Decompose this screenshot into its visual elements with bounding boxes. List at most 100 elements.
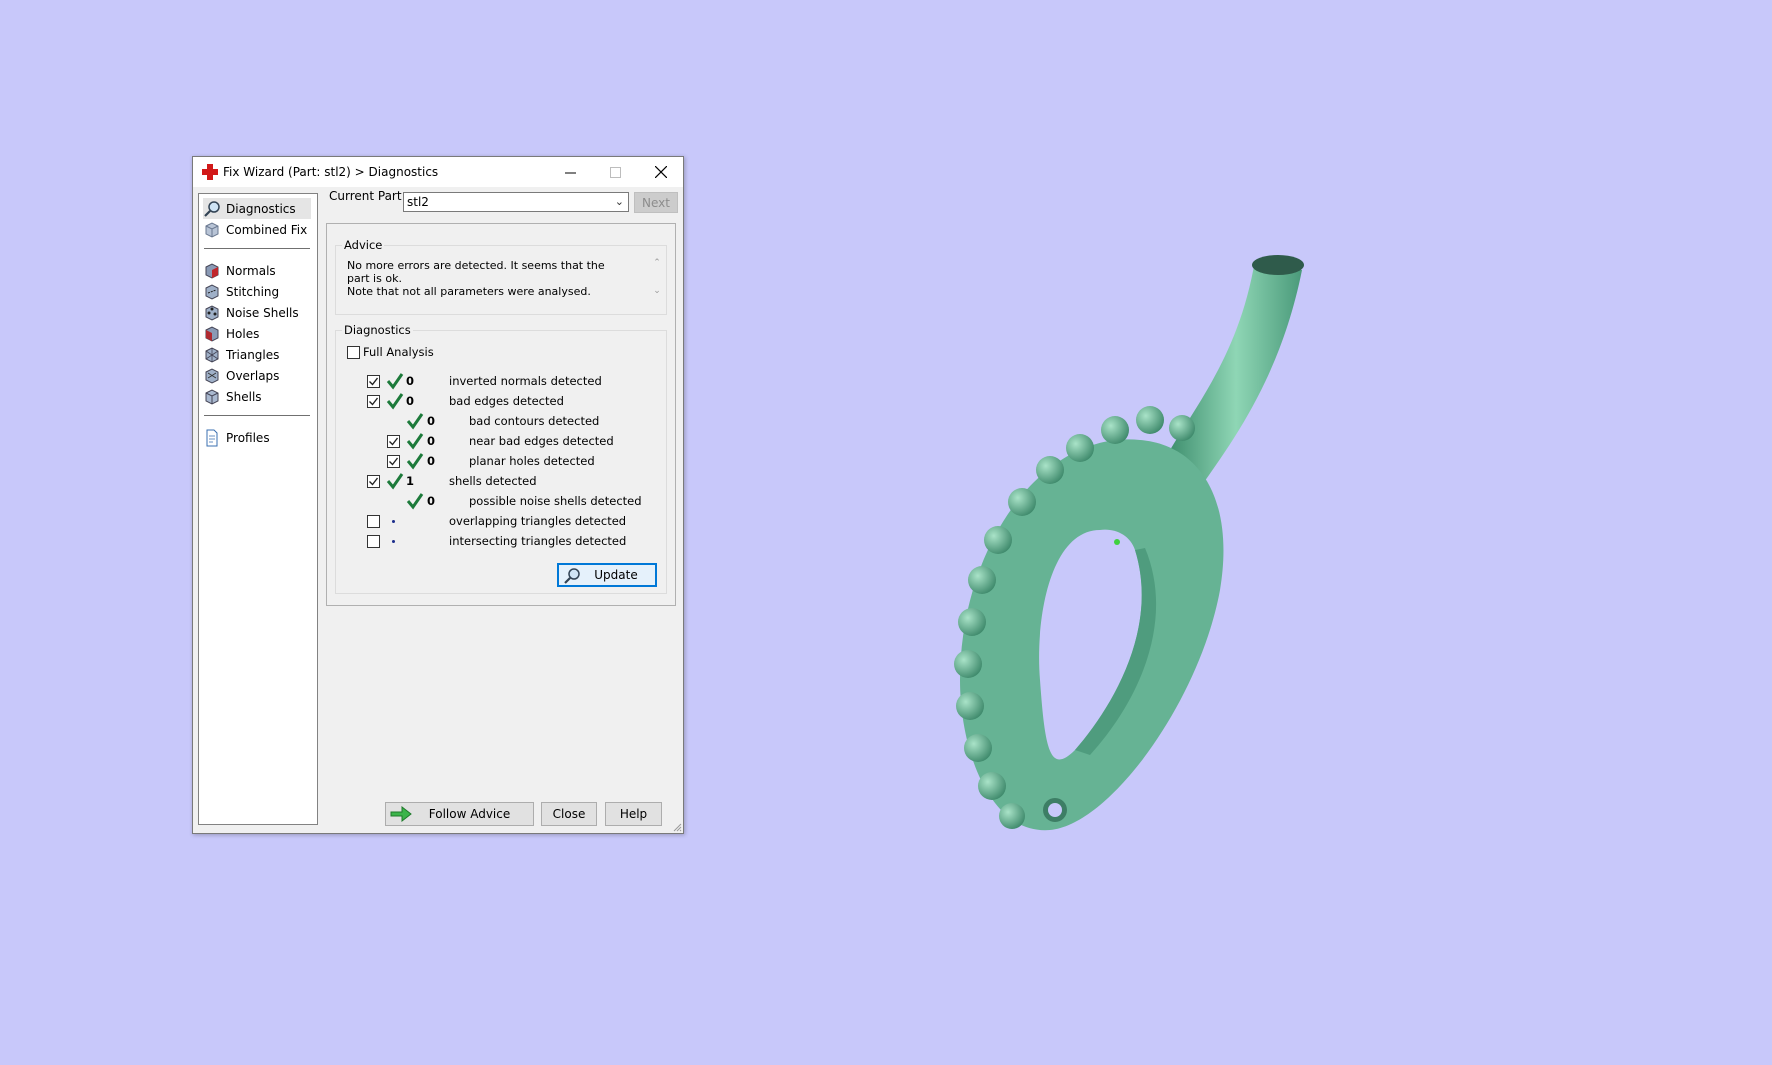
diag-count: 1 (406, 474, 415, 488)
current-part-label: Current Part: (329, 189, 406, 203)
sidebar-item-label: Normals (226, 263, 276, 278)
minimize-button[interactable] (548, 157, 593, 187)
help-button[interactable]: Help (605, 802, 662, 826)
maximize-icon (610, 166, 621, 178)
cube-hole-icon (205, 325, 219, 342)
pending-dot-icon (392, 520, 395, 523)
sidebar-item-label: Triangles (226, 347, 280, 362)
diag-checkbox[interactable] (367, 535, 380, 548)
sidebar-item-stitching[interactable]: Stitching (203, 281, 279, 302)
green-check-icon (386, 473, 404, 490)
diag-checkbox[interactable] (367, 375, 380, 388)
diag-count: 0 (406, 394, 415, 408)
current-part-select[interactable]: stl2 ⌄ (403, 192, 629, 212)
minimize-icon (565, 172, 576, 173)
next-button: Next (634, 192, 678, 213)
diag-label: near bad edges detected (469, 434, 614, 448)
green-arrow-icon (390, 806, 412, 822)
checkmark-icon (369, 377, 379, 386)
advice-text: No more errors are detected. It seems th… (347, 259, 627, 298)
sidebar-item-shells[interactable]: Shells (203, 386, 262, 407)
advice-title: Advice (342, 238, 385, 252)
diag-checkbox[interactable] (387, 455, 400, 468)
cube-shell-icon (205, 388, 219, 405)
fix-wizard-dialog: Fix Wizard (Part: stl2) > Diagnostics Di… (192, 156, 684, 834)
sidebar-item-label: Diagnostics (226, 201, 296, 216)
window-title: Fix Wizard (Part: stl2) > Diagnostics (223, 165, 439, 179)
sidebar-separator (204, 248, 310, 249)
close-icon (654, 166, 667, 178)
close-button[interactable]: Close (541, 802, 597, 826)
sidebar-item-label: Shells (226, 389, 262, 404)
green-check-icon (406, 413, 424, 430)
cube-overlap-icon (205, 367, 219, 384)
checkmark-icon (369, 397, 379, 406)
green-check-icon (406, 493, 424, 510)
diag-label: overlapping triangles detected (449, 514, 627, 528)
magnifier-icon (204, 200, 220, 217)
next-button-label: Next (642, 195, 670, 210)
diag-checkbox[interactable] (367, 475, 380, 488)
sidebar-item-diagnostics[interactable]: Diagnostics (203, 198, 311, 219)
diag-label: inverted normals detected (449, 374, 602, 388)
scroll-up-icon[interactable]: ⌃ (650, 258, 664, 268)
sidebar-item-label: Noise Shells (226, 305, 299, 320)
cube-red-face-icon (205, 262, 219, 279)
diag-count: 0 (427, 494, 436, 508)
diag-label: planar holes detected (469, 454, 595, 468)
advice-scrollbar[interactable]: ⌃ ⌄ (650, 258, 664, 304)
document-icon (206, 429, 218, 446)
green-check-icon (386, 373, 404, 390)
sidebar-item-holes[interactable]: Holes (203, 323, 259, 344)
wizard-sidebar: Diagnostics Combined Fix Normals Stitchi… (198, 193, 318, 825)
sidebar-item-noise-shells[interactable]: Noise Shells (203, 302, 299, 323)
update-button[interactable]: Update (557, 563, 657, 587)
diag-label: possible noise shells detected (469, 494, 642, 508)
sidebar-item-triangles[interactable]: Triangles (203, 344, 279, 365)
current-part-value: stl2 (407, 195, 429, 209)
update-label: Update (594, 568, 638, 582)
diag-label: intersecting triangles detected (449, 534, 627, 548)
sidebar-item-overlaps[interactable]: Overlaps (203, 365, 279, 386)
sidebar-item-profiles[interactable]: Profiles (203, 427, 270, 448)
scroll-down-icon[interactable]: ⌄ (650, 286, 664, 296)
diagnostics-title: Diagnostics (342, 323, 413, 337)
full-analysis-label: Full Analysis (363, 345, 434, 359)
diag-count: 0 (427, 434, 436, 448)
sidebar-item-combined-fix[interactable]: Combined Fix (203, 219, 307, 240)
sidebar-item-label: Overlaps (226, 368, 280, 383)
full-analysis-checkbox[interactable] (347, 346, 360, 359)
ring-3d-model[interactable] (900, 230, 1380, 870)
help-label: Help (619, 807, 648, 821)
cube-triangles-icon (205, 346, 219, 363)
sidebar-item-normals[interactable]: Normals (203, 260, 276, 281)
cube-dots-icon (205, 304, 219, 321)
red-cross-icon (202, 164, 218, 180)
resize-grip-icon[interactable] (672, 822, 682, 832)
checkmark-icon (389, 437, 399, 446)
diag-count: 0 (427, 454, 436, 468)
sidebar-item-label: Stitching (226, 284, 280, 299)
diag-checkbox[interactable] (367, 395, 380, 408)
maximize-button (593, 157, 638, 187)
diag-label: shells detected (449, 474, 537, 488)
close-window-button[interactable] (638, 157, 683, 187)
advice-line-1: No more errors are detected. It seems th… (347, 259, 605, 285)
diagnostics-group: Diagnostics Full Analysis 0 inverted nor… (335, 323, 667, 594)
follow-advice-button[interactable]: Follow Advice (385, 802, 534, 826)
sidebar-separator (204, 415, 310, 416)
sidebar-item-label: Profiles (226, 430, 270, 445)
follow-advice-label: Follow Advice (428, 807, 511, 821)
diag-label: bad edges detected (449, 394, 564, 408)
title-bar[interactable]: Fix Wizard (Part: stl2) > Diagnostics (193, 157, 683, 187)
diag-label: bad contours detected (469, 414, 600, 428)
green-check-icon (406, 433, 424, 450)
diag-checkbox[interactable] (387, 435, 400, 448)
diag-checkbox[interactable] (367, 515, 380, 528)
advice-group: Advice No more errors are detected. It s… (335, 238, 667, 315)
green-check-icon (386, 393, 404, 410)
close-label: Close (552, 807, 586, 821)
sidebar-item-label: Holes (226, 326, 260, 341)
sidebar-item-label: Combined Fix (226, 222, 308, 237)
diagnostics-panel: Advice No more errors are detected. It s… (326, 223, 676, 606)
